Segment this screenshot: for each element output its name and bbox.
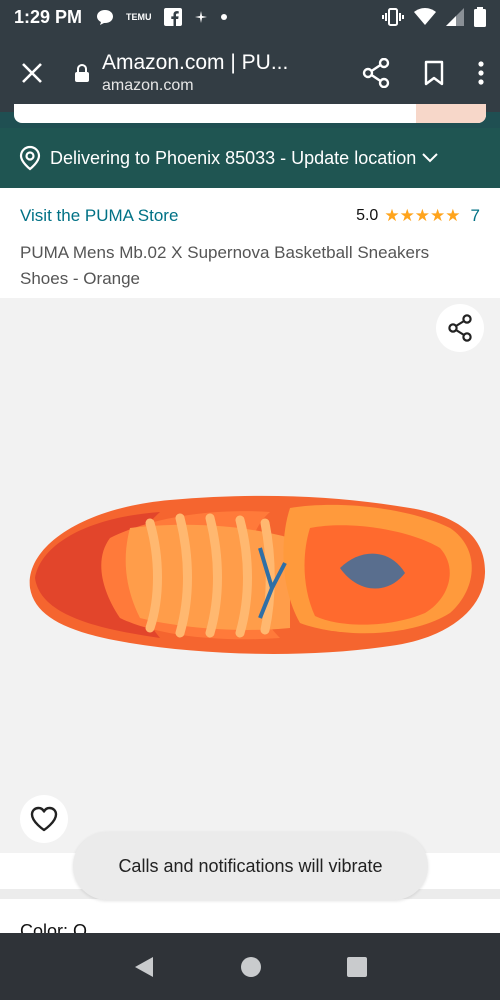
signal-icon <box>446 8 464 26</box>
more-vert-icon[interactable] <box>478 61 484 85</box>
sparkle-icon <box>194 11 207 23</box>
facebook-icon <box>163 8 182 26</box>
delivery-text: Delivering to Phoenix 85033 - Update loc… <box>50 147 417 168</box>
share-icon <box>448 314 472 342</box>
product-image-gallery[interactable] <box>0 298 500 853</box>
search-bar-strip <box>0 104 500 128</box>
share-icon[interactable] <box>362 58 390 88</box>
battery-icon <box>474 7 486 27</box>
rating-stars: ★★★★★ <box>384 206 461 225</box>
heart-icon <box>30 806 58 832</box>
location-pin-icon <box>19 145 41 171</box>
system-navigation-bar <box>0 933 500 1000</box>
search-button-remnant[interactable] <box>416 104 486 123</box>
rating-value: 5.0 <box>356 207 379 224</box>
status-notification-icons: TEMU <box>96 8 228 26</box>
store-link[interactable]: Visit the PUMA Store <box>20 206 178 226</box>
recents-square-icon[interactable] <box>347 956 368 977</box>
system-toast: Calls and notifications will vibrate <box>73 832 428 900</box>
bookmark-icon[interactable] <box>424 60 444 86</box>
status-time: 1:29 PM <box>14 6 83 27</box>
lock-icon <box>75 63 89 82</box>
page-domain: amazon.com <box>102 77 194 94</box>
rating-summary[interactable]: 5.0 ★★★★★ 7 <box>356 206 480 226</box>
product-title: PUMA Mens Mb.02 X Supernova Basketball S… <box>20 243 430 288</box>
product-info: Visit the PUMA Store 5.0 ★★★★★ 7 PUMA Me… <box>0 188 500 298</box>
wishlist-button[interactable] <box>20 795 68 843</box>
product-shoe-image <box>29 495 486 654</box>
image-share-button[interactable] <box>436 304 484 352</box>
vibrate-icon <box>382 8 404 26</box>
toast-message: Calls and notifications will vibrate <box>118 855 383 876</box>
back-triangle-icon[interactable] <box>133 955 155 979</box>
dot-icon <box>220 14 227 20</box>
home-circle-icon[interactable] <box>240 956 262 978</box>
delivery-location-bar[interactable]: Delivering to Phoenix 85033 - Update loc… <box>0 128 500 188</box>
chevron-down-icon <box>422 153 438 163</box>
wifi-icon <box>414 8 436 25</box>
rating-count[interactable]: 7 <box>471 206 480 226</box>
url-block[interactable]: Amazon.com | PU... amazon.com <box>74 50 352 96</box>
chat-bubble-icon <box>97 10 114 25</box>
browser-toolbar: Amazon.com | PU... amazon.com <box>0 34 500 112</box>
page-title: Amazon.com | PU... <box>102 51 289 74</box>
temu-app-icon: TEMU <box>126 11 152 22</box>
status-bar: 1:29 PM TEMU <box>0 0 500 34</box>
close-tab-button[interactable] <box>16 57 48 89</box>
close-icon <box>22 63 42 83</box>
